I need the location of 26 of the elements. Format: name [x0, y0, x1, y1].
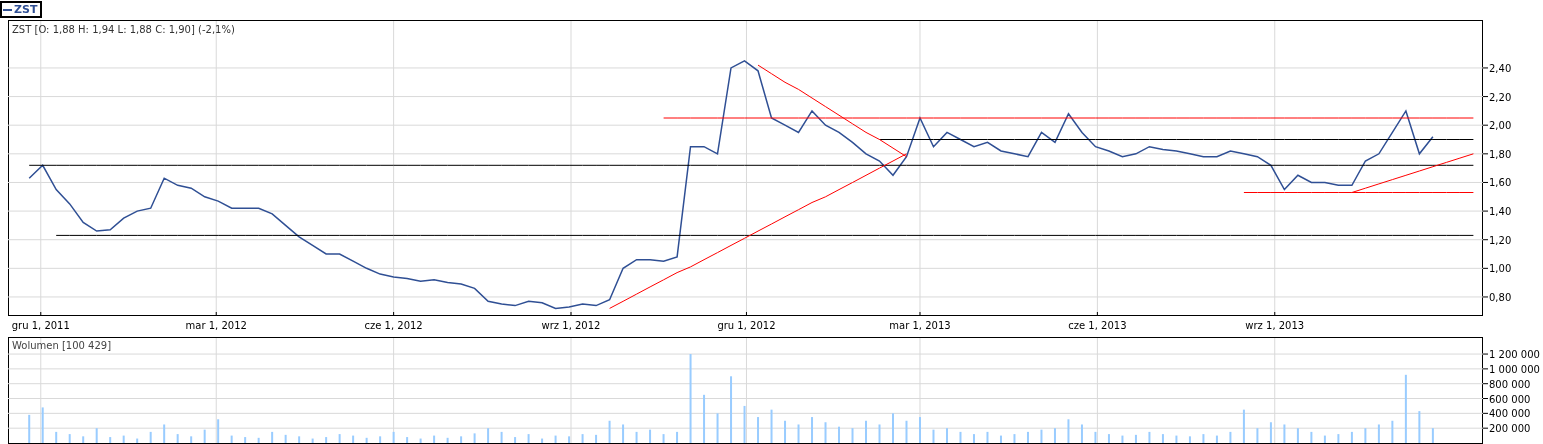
axis-tick-label: 0,80: [1489, 291, 1512, 303]
axis-tick-label: cze 1, 2012: [364, 320, 423, 331]
axis-tick-label: gru 1, 2012: [717, 320, 776, 331]
axis-tick-label: cze 1, 2013: [1068, 320, 1127, 331]
axis-tick-label: 1,20: [1489, 234, 1512, 246]
price-summary: ZST [O: 1,88 H: 1,94 L: 1,88 C: 1,90] (-2,1%): [12, 24, 235, 35]
axis-tick-label: wrz 1, 2012: [541, 320, 601, 331]
axis-tick-label: 1 200 000: [1489, 349, 1540, 361]
axis-tick-label: 1,60: [1489, 177, 1512, 189]
axis-tick-label: 2,40: [1489, 62, 1512, 74]
axis-tick-label: wrz 1, 2013: [1245, 320, 1305, 331]
axis-tick-label: 1,00: [1489, 263, 1512, 275]
axis-tick-label: 2,20: [1489, 91, 1512, 103]
legend-label: ZST: [14, 3, 38, 16]
axis-tick-label: 200 000: [1489, 423, 1531, 435]
axis-tick-label: gru 1, 2011: [11, 320, 70, 331]
axis-tick-label: 1 000 000: [1489, 363, 1540, 375]
axis-tick-label: 400 000: [1489, 408, 1531, 420]
axis-tick-label: 800 000: [1489, 378, 1531, 390]
axis-tick-label: 1,40: [1489, 206, 1512, 218]
axis-tick-label: 600 000: [1489, 393, 1531, 405]
axis-tick-label: 1,80: [1489, 148, 1512, 160]
volume-title: Wolumen [100 429]: [12, 340, 112, 351]
axis-tick-label: 2,00: [1489, 120, 1512, 132]
axis-tick-label: mar 1, 2013: [889, 320, 951, 331]
axis-tick-label: mar 1, 2012: [185, 320, 247, 331]
